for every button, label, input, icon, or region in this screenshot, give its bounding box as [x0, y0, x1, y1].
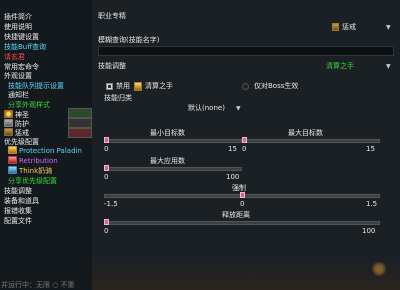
intensity-min: -1.5: [104, 200, 118, 208]
release-distance-max: 100: [362, 227, 376, 235]
think-icon: [8, 166, 17, 174]
max-cast-label: 最大应用数: [150, 157, 185, 165]
intensity-center: 0: [240, 200, 245, 208]
boss-only-label: 仅对Boss生效: [254, 82, 299, 90]
sidebar-item-retribution-profile[interactable]: Retribution: [8, 156, 58, 166]
chevron-down-icon: ▼: [236, 105, 241, 112]
release-distance-label: 释放距离: [222, 211, 250, 219]
skill-adjust-value: 清算之手: [326, 62, 354, 70]
sidebar-item-hotkeys[interactable]: 快捷键设置: [4, 32, 39, 42]
category-label: 技能归类: [104, 94, 132, 102]
spell-icon: [134, 82, 142, 91]
sidebar-item-error-log[interactable]: 报错收集: [4, 206, 32, 216]
intensity-max: 1.5: [366, 200, 378, 208]
min-targets-label: 最小目标数: [150, 129, 185, 137]
boss-only-checkbox[interactable]: [242, 83, 249, 90]
spec-value: 惩戒: [342, 23, 356, 31]
sidebar-item-notify-bar[interactable]: 通知栏: [8, 90, 29, 100]
min-targets-slider-track[interactable]: [104, 139, 242, 143]
hammer-icon: [332, 23, 339, 31]
max-targets-slider-track[interactable]: [242, 139, 380, 143]
disable-label: 禁用: [116, 82, 130, 90]
max-targets-label: 最大目标数: [288, 129, 323, 137]
max-targets-min: 0: [242, 145, 247, 153]
min-targets-max: 15: [228, 145, 237, 153]
retribution-icon: [8, 156, 17, 164]
release-distance-slider-track[interactable]: [104, 221, 380, 225]
sidebar-item-protection-paladin[interactable]: Protection Paladin: [8, 146, 82, 156]
spec-dropdown[interactable]: 惩戒 ▼: [300, 22, 394, 33]
fuzzy-search-input[interactable]: [98, 46, 394, 56]
ornament-gem-icon: [372, 262, 386, 276]
category-value: 默认(none): [188, 104, 225, 112]
shield-icon: [4, 119, 13, 127]
preview-thumb-green: [68, 108, 92, 118]
sidebar-item-think-profile[interactable]: Think奶骑: [8, 166, 52, 176]
sidebar-item-usage[interactable]: 使用说明: [4, 22, 32, 32]
spec-label: 职业专精: [98, 12, 126, 20]
release-distance-min: 0: [104, 227, 109, 235]
max-cast-min: 0: [104, 173, 109, 181]
sidebar-item-share-priority[interactable]: 分享优先级配置: [8, 176, 57, 186]
sidebar-item-buff-query[interactable]: 技能Buff查询: [4, 42, 46, 52]
min-targets-slider-thumb[interactable]: [104, 137, 109, 143]
max-cast-slider-track[interactable]: [104, 167, 242, 171]
sidebar-item-xuanjun[interactable]: 请玄君: [4, 52, 25, 62]
disable-checkbox[interactable]: [106, 83, 113, 90]
paladin-icon: [8, 146, 17, 154]
max-targets-max: 15: [366, 145, 375, 153]
preview-thumb-red: [68, 128, 92, 138]
chevron-down-icon: ▼: [386, 63, 391, 70]
hammer-icon: [4, 128, 13, 136]
sidebar-item-appearance[interactable]: 外观设置: [4, 71, 32, 81]
sidebar: 插件简介 使用说明 快捷键设置 技能Buff查询 请玄君 常用宏命令 外观设置 …: [0, 0, 92, 290]
skill-adjust-label: 技能调整: [98, 62, 126, 70]
spell-name: 清算之手: [145, 82, 173, 90]
chevron-down-icon: ▼: [386, 24, 391, 31]
panel-ornament: [92, 258, 400, 290]
release-distance-slider-thumb[interactable]: [104, 219, 109, 225]
sidebar-item-share-style[interactable]: 分享外观样式: [8, 100, 50, 110]
preview-thumb-grey: [68, 118, 92, 128]
sidebar-item-intro[interactable]: 插件简介: [4, 12, 32, 22]
category-dropdown[interactable]: 默认(none) ▼: [104, 103, 242, 114]
sun-icon: [4, 110, 13, 118]
sidebar-item-gear[interactable]: 装备和道具: [4, 196, 39, 206]
max-cast-slider-thumb[interactable]: [104, 165, 109, 171]
sidebar-item-profiles[interactable]: 配置文件: [4, 216, 32, 226]
max-cast-max: 100: [226, 173, 240, 181]
intensity-slider-thumb[interactable]: [239, 192, 245, 198]
min-targets-min: 0: [104, 145, 109, 153]
footer-status: 并运行中：无限 ○ 不重: [1, 281, 75, 289]
max-targets-slider-thumb[interactable]: [242, 137, 247, 143]
skill-adjust-dropdown[interactable]: 清算之手 ▼: [298, 60, 394, 71]
sidebar-item-skill-adjust[interactable]: 技能调整: [4, 186, 32, 196]
fuzzy-search-label: 模糊查询(技能名字): [98, 36, 160, 44]
